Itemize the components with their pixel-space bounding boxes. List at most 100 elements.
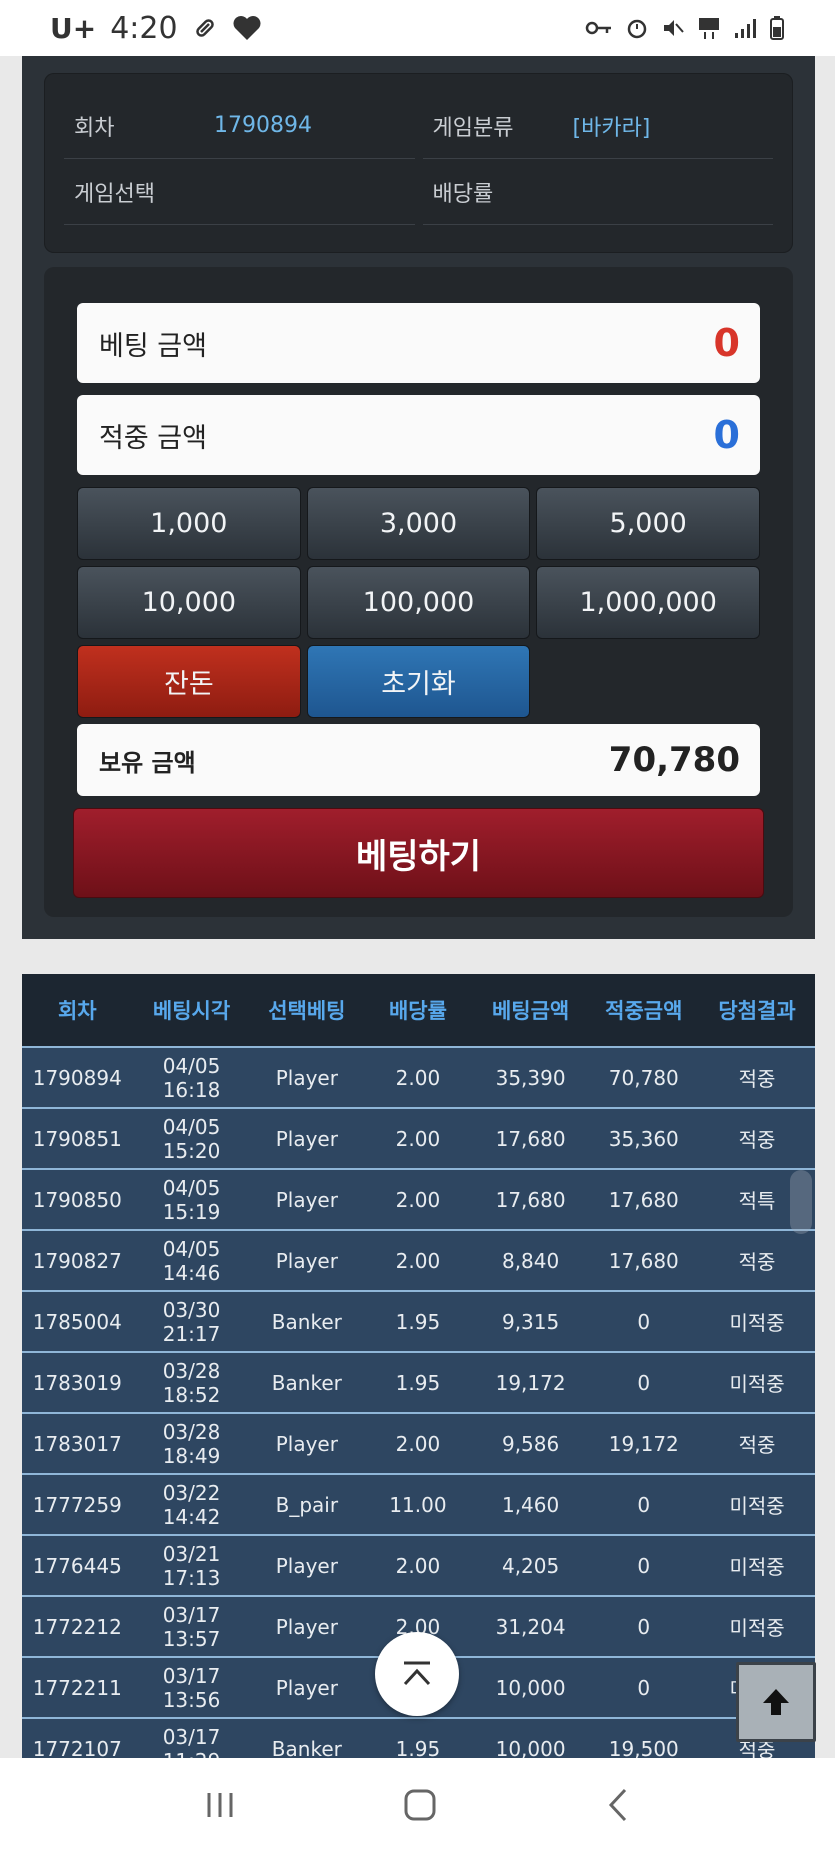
- cell-pick: Player: [250, 1108, 364, 1170]
- cell-bet: 1,460: [472, 1474, 589, 1536]
- cell-win: 35,360: [588, 1108, 700, 1170]
- cell-time: 03/22 14:42: [132, 1474, 251, 1536]
- cell-bet: 10,000: [472, 1657, 589, 1719]
- cell-round: 1790827: [22, 1230, 133, 1292]
- bet-amount-label: 베팅 금액: [99, 330, 207, 362]
- cell-result: 미적중: [699, 1535, 815, 1597]
- battery-icon: [769, 15, 785, 41]
- category-label: 게임분류: [432, 115, 514, 141]
- cell-pick: Banker: [250, 1352, 364, 1414]
- cell-round: 1772107: [22, 1718, 133, 1758]
- betting-panel: 베팅 금액 0 적중 금액 0 1,000 3,000 5,000 10,000…: [44, 267, 793, 917]
- chip-button-1000[interactable]: 1,000: [77, 487, 301, 560]
- game-info-panel: 회차 1790894 게임분류 [바카라] 게임선택 배당률: [44, 73, 793, 253]
- cell-win: 70,780: [588, 1047, 700, 1109]
- cell-bet: 19,172: [472, 1352, 589, 1414]
- bet-amount-value: 0: [713, 321, 740, 365]
- cell-time: 03/17 13:56: [132, 1657, 251, 1719]
- cell-odds: 1.95: [363, 1718, 473, 1758]
- cell-result: 적중: [699, 1047, 815, 1109]
- holding-amount-field: 보유 금액 70,780: [77, 724, 760, 796]
- cell-odds: 1.95: [363, 1352, 473, 1414]
- reset-button[interactable]: 초기화: [306, 645, 531, 718]
- chip-button-10000[interactable]: 10,000: [77, 566, 301, 639]
- cell-round: 1783019: [22, 1352, 133, 1414]
- cell-result: 적중: [699, 1230, 815, 1292]
- cell-pick: Player: [250, 1535, 364, 1597]
- round-cell: 회차 1790894: [64, 93, 415, 159]
- cell-bet: 10,000: [472, 1718, 589, 1758]
- clock: 4:20: [110, 10, 178, 46]
- table-row: 1790850 04/05 15:19 Player 2.00 17,680 17,680…: [22, 1169, 815, 1231]
- home-icon[interactable]: [402, 1787, 438, 1827]
- cell-bet: 8,840: [472, 1230, 589, 1292]
- recent-apps-icon[interactable]: [203, 1788, 237, 1826]
- cell-win: 0: [588, 1596, 700, 1658]
- table-row: 1790894 04/05 16:18 Player 2.00 35,390 70,780…: [22, 1047, 815, 1109]
- cell-time: 03/30 21:17: [132, 1291, 251, 1353]
- change-button[interactable]: 잔돈: [77, 645, 301, 718]
- odds-label: 배당률: [432, 181, 494, 207]
- chevron-up-icon: [403, 1661, 431, 1686]
- table-header-row: 회차 베팅시각 선택베팅 배당률 베팅금액 적중금액 당첨결과: [22, 974, 815, 1048]
- cell-win: 0: [588, 1535, 700, 1597]
- chip-button-5000[interactable]: 5,000: [536, 487, 760, 560]
- col-header-pick: 선택베팅: [250, 974, 364, 1048]
- back-icon[interactable]: [603, 1787, 633, 1827]
- page-up-button[interactable]: [736, 1662, 816, 1742]
- odds-cell: 배당률: [422, 159, 773, 225]
- cell-win: 17,680: [588, 1169, 700, 1231]
- key-icon: [585, 18, 613, 38]
- category-value: [바카라]: [572, 115, 651, 141]
- table-row: 1790827 04/05 14:46 Player 2.00 8,840 17,680 적…: [22, 1230, 815, 1292]
- cell-bet: 31,204: [472, 1596, 589, 1658]
- pill-icon: [192, 15, 218, 41]
- place-bet-button[interactable]: 베팅하기: [73, 808, 764, 898]
- alarm-icon: [625, 16, 649, 40]
- round-value: 1790894: [214, 113, 312, 138]
- table-row: 177210703/17 11:29Banker1.9510,00019,500…: [22, 1718, 815, 1758]
- cell-time: 03/17 11:29: [132, 1718, 251, 1758]
- col-header-bet: 베팅금액: [472, 974, 589, 1048]
- chip-button-100000[interactable]: 100,000: [306, 566, 531, 639]
- cell-odds: 2.00: [363, 1413, 473, 1475]
- table-row: 1776445 03/21 17:13 Player 2.00 4,205 0 미적중: [22, 1535, 815, 1597]
- round-label: 회차: [74, 115, 115, 141]
- col-header-time: 베팅시각: [132, 974, 251, 1048]
- chip-button-3000[interactable]: 3,000: [306, 487, 531, 560]
- cell-round: 1785004: [22, 1291, 133, 1353]
- android-nav-bar: [0, 1758, 835, 1856]
- cell-pick: Player: [250, 1596, 364, 1658]
- scrollbar-thumb[interactable]: [790, 1170, 812, 1234]
- cell-result: 미적중: [699, 1596, 815, 1658]
- cell-win: 0: [588, 1657, 700, 1719]
- cell-win: 19,172: [588, 1413, 700, 1475]
- cell-time: 04/05 15:20: [132, 1108, 251, 1170]
- cell-pick: Player: [250, 1413, 364, 1475]
- cell-pick: Player: [250, 1657, 364, 1719]
- scroll-top-button[interactable]: [375, 1632, 459, 1716]
- table-row: 1790851 04/05 15:20 Player 2.00 17,680 35,360…: [22, 1108, 815, 1170]
- cell-bet: 9,586: [472, 1413, 589, 1475]
- cell-bet: 4,205: [472, 1535, 589, 1597]
- cell-bet: 9,315: [472, 1291, 589, 1353]
- cell-result: 적중: [699, 1413, 815, 1475]
- cell-odds: 2.00: [363, 1047, 473, 1109]
- table-row: 1783019 03/28 18:52 Banker 1.95 19,172 0 미적중: [22, 1352, 815, 1414]
- cell-pick: Player: [250, 1047, 364, 1109]
- carrier-label: U+: [50, 11, 97, 45]
- cell-round: 1777259: [22, 1474, 133, 1536]
- cell-round: 1776445: [22, 1535, 133, 1597]
- chip-button-1000000[interactable]: 1,000,000: [536, 566, 760, 639]
- empty-slot: [536, 645, 760, 718]
- cell-round: 1772211: [22, 1657, 133, 1719]
- cell-time: 03/28 18:49: [132, 1413, 251, 1475]
- win-amount-value: 0: [713, 413, 740, 457]
- cell-odds: 11.00: [363, 1474, 473, 1536]
- cell-result: 미적중: [699, 1291, 815, 1353]
- cell-result: 적중: [699, 1108, 815, 1170]
- cell-time: 03/17 13:57: [132, 1596, 251, 1658]
- game-select-cell: 게임선택: [64, 159, 415, 225]
- cell-pick: Player: [250, 1230, 364, 1292]
- status-bar: U+ 4:20: [0, 0, 835, 56]
